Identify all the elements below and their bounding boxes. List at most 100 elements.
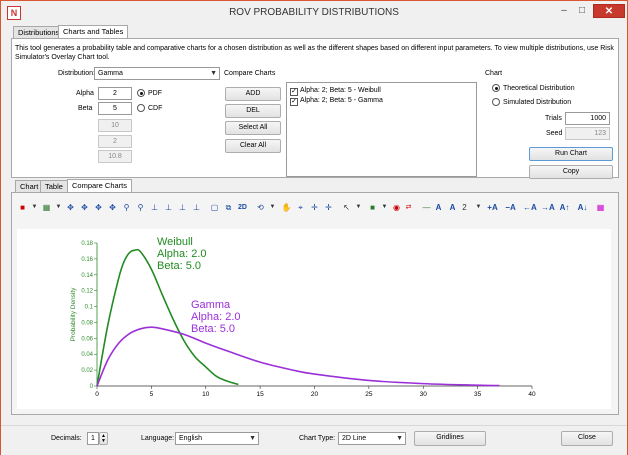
rotate-icon[interactable]: ⟲ — [255, 202, 266, 213]
line-style-icon[interactable]: — — [421, 202, 432, 213]
copy-button[interactable]: Copy — [529, 165, 613, 179]
minimize-button[interactable]: – — [556, 4, 572, 18]
eye-icon[interactable]: ◉ — [391, 202, 402, 213]
background-color-icon[interactable]: ▦ — [41, 202, 52, 213]
number-field[interactable]: 2 — [459, 202, 470, 213]
theoretical-label: Theoretical Distribution — [503, 85, 575, 92]
param-input-3[interactable]: 10 — [98, 119, 132, 132]
move-text-left-icon[interactable]: ←A — [523, 202, 537, 213]
alpha-label: Alpha — [76, 90, 94, 97]
move-x-icon[interactable]: ✥ — [79, 202, 90, 213]
language-label: Language: — [141, 435, 175, 442]
add-text-icon[interactable]: +A — [487, 202, 498, 213]
language-select[interactable]: English ▼ — [175, 432, 259, 445]
series-line-gamma — [96, 326, 500, 387]
move-text-up-icon[interactable]: A↑ — [559, 202, 570, 213]
y-tick-label: 0.12 — [81, 289, 93, 295]
param-input-5[interactable]: 10.8 — [98, 150, 132, 163]
cdf-radio[interactable] — [137, 104, 145, 112]
color-palette-icon[interactable]: ■ — [17, 202, 28, 213]
2d-3d-toggle-icon[interactable]: 2D — [237, 202, 248, 213]
frame-icon[interactable]: ▢ — [209, 202, 220, 213]
chevron-down-icon: ▼ — [210, 70, 217, 77]
scale-y-icon[interactable]: ⊥ — [177, 202, 188, 213]
y-tick-label: 0 — [90, 384, 94, 390]
marker-icon[interactable]: ✛ — [323, 202, 334, 213]
simulated-radio[interactable] — [492, 98, 500, 106]
x-tick-label: 5 — [150, 391, 154, 398]
chart-type-label: Chart Type: — [299, 435, 336, 442]
remove-text-icon[interactable]: −A — [505, 202, 516, 213]
theoretical-radio[interactable] — [492, 84, 500, 92]
chart-area: 0 5 10 15 20 25 30 35 40 0 0.02 0.04 0.06 0.08 0.1 0.12… — [17, 229, 611, 409]
beta-input[interactable]: 5 — [98, 102, 132, 115]
pdf-radio[interactable] — [137, 89, 145, 97]
move-text-down-icon[interactable]: A↓ — [577, 202, 588, 213]
series-annotation-gamma: Alpha: 2.0 — [191, 311, 241, 323]
x-tick-label: 30 — [420, 391, 428, 398]
tool-description: This tool generates a probability table … — [15, 45, 614, 61]
chart-type-value: 2D Line — [342, 435, 367, 442]
gridlines-button[interactable]: Gridlines — [414, 431, 486, 446]
close-button[interactable]: Close — [561, 431, 613, 446]
list-item[interactable]: ✓ Alpha: 2; Beta: 5 - Gamma — [290, 96, 383, 106]
distribution-select[interactable]: Gamma ▼ — [94, 67, 220, 80]
move-axis-icon[interactable]: ✥ — [65, 202, 76, 213]
hand-pan-icon[interactable]: ✋ — [281, 202, 292, 213]
chart-type-select[interactable]: 2D Line ▼ — [338, 432, 406, 445]
decimals-stepper[interactable]: ▲ ▼ — [99, 432, 108, 445]
alpha-input[interactable]: 2 — [98, 87, 132, 100]
x-tick-label: 20 — [311, 391, 319, 398]
dropdown-arrow-icon[interactable]: ▼ — [353, 202, 364, 213]
select-all-button[interactable]: Select All — [225, 121, 281, 135]
trials-input[interactable]: 1000 — [565, 112, 610, 125]
checkbox-checked-icon[interactable]: ✓ — [290, 98, 298, 106]
cursor-icon[interactable]: ⌖ — [295, 202, 306, 213]
move-both-icon[interactable]: ✥ — [107, 202, 118, 213]
series-annotation-weibull: Alpha: 2.0 — [157, 248, 207, 260]
series-annotation-weibull: Weibull — [157, 236, 193, 248]
list-item[interactable]: ✓ Alpha: 2; Beta: 5 - Weibull — [290, 86, 381, 96]
param-input-4[interactable]: 2 — [98, 135, 132, 148]
dropdown-arrow-icon[interactable]: ▼ — [379, 202, 390, 213]
x-tick-label: 10 — [202, 391, 210, 398]
zoom-x-icon[interactable]: ⚲ — [135, 202, 146, 213]
clear-all-button[interactable]: Clear All — [225, 139, 281, 153]
move-y-icon[interactable]: ✥ — [93, 202, 104, 213]
cdf-label: CDF — [148, 105, 163, 112]
tab-charts-and-tables[interactable]: Charts and Tables — [58, 25, 129, 39]
move-text-right-icon[interactable]: →A — [541, 202, 555, 213]
pointer-icon[interactable]: ↖ — [341, 202, 352, 213]
distribution-value: Gamma — [98, 70, 123, 77]
swap-icon[interactable]: ⇄ — [403, 202, 414, 213]
maximize-button[interactable]: □ — [574, 4, 590, 18]
close-window-button[interactable]: ✕ — [593, 4, 625, 18]
text-a-icon[interactable]: A — [433, 202, 444, 213]
list-item-label: Alpha: 2; Beta: 5 - Weibull — [300, 87, 381, 94]
zoom-icon[interactable]: ⚲ — [121, 202, 132, 213]
color-grid-icon[interactable]: ▦ — [595, 202, 606, 213]
decimals-input[interactable]: 1 — [87, 432, 99, 445]
copy-chart-icon[interactable]: ⧉ — [223, 202, 234, 213]
dropdown-arrow-icon[interactable]: ▼ — [29, 202, 40, 213]
beta-label: Beta — [78, 105, 93, 112]
scale-x-icon[interactable]: ⊥ — [163, 202, 174, 213]
crosshair-icon[interactable]: ✛ — [309, 202, 320, 213]
seed-input[interactable]: 123 — [565, 127, 610, 140]
tab-compare-charts[interactable]: Compare Charts — [67, 179, 133, 193]
probability-chart: 0 5 10 15 20 25 30 35 40 0 0.02 0.04 0.06 0.08 0.1 0.12… — [70, 236, 536, 398]
fill-icon[interactable]: ■ — [367, 202, 378, 213]
chevron-down-icon: ▼ — [249, 435, 256, 442]
compare-list[interactable]: ✓ Alpha: 2; Beta: 5 - Weibull ✓ Alpha: 2; … — [286, 82, 477, 177]
scale-both-icon[interactable]: ⊥ — [191, 202, 202, 213]
scale-icon[interactable]: ⊥ — [149, 202, 160, 213]
dropdown-arrow-icon[interactable]: ▼ — [53, 202, 64, 213]
dropdown-arrow-icon[interactable]: ▼ — [473, 202, 484, 213]
checkbox-checked-icon[interactable]: ✓ — [290, 88, 298, 96]
text-a-underline-icon[interactable]: A — [447, 202, 458, 213]
run-chart-button[interactable]: Run Chart — [529, 147, 613, 161]
main-window: N ROV PROBABILITY DISTRIBUTIONS – □ ✕ Di… — [0, 0, 628, 455]
add-button[interactable]: ADD — [225, 87, 281, 101]
del-button[interactable]: DEL — [225, 104, 281, 118]
dropdown-arrow-icon[interactable]: ▼ — [267, 202, 278, 213]
